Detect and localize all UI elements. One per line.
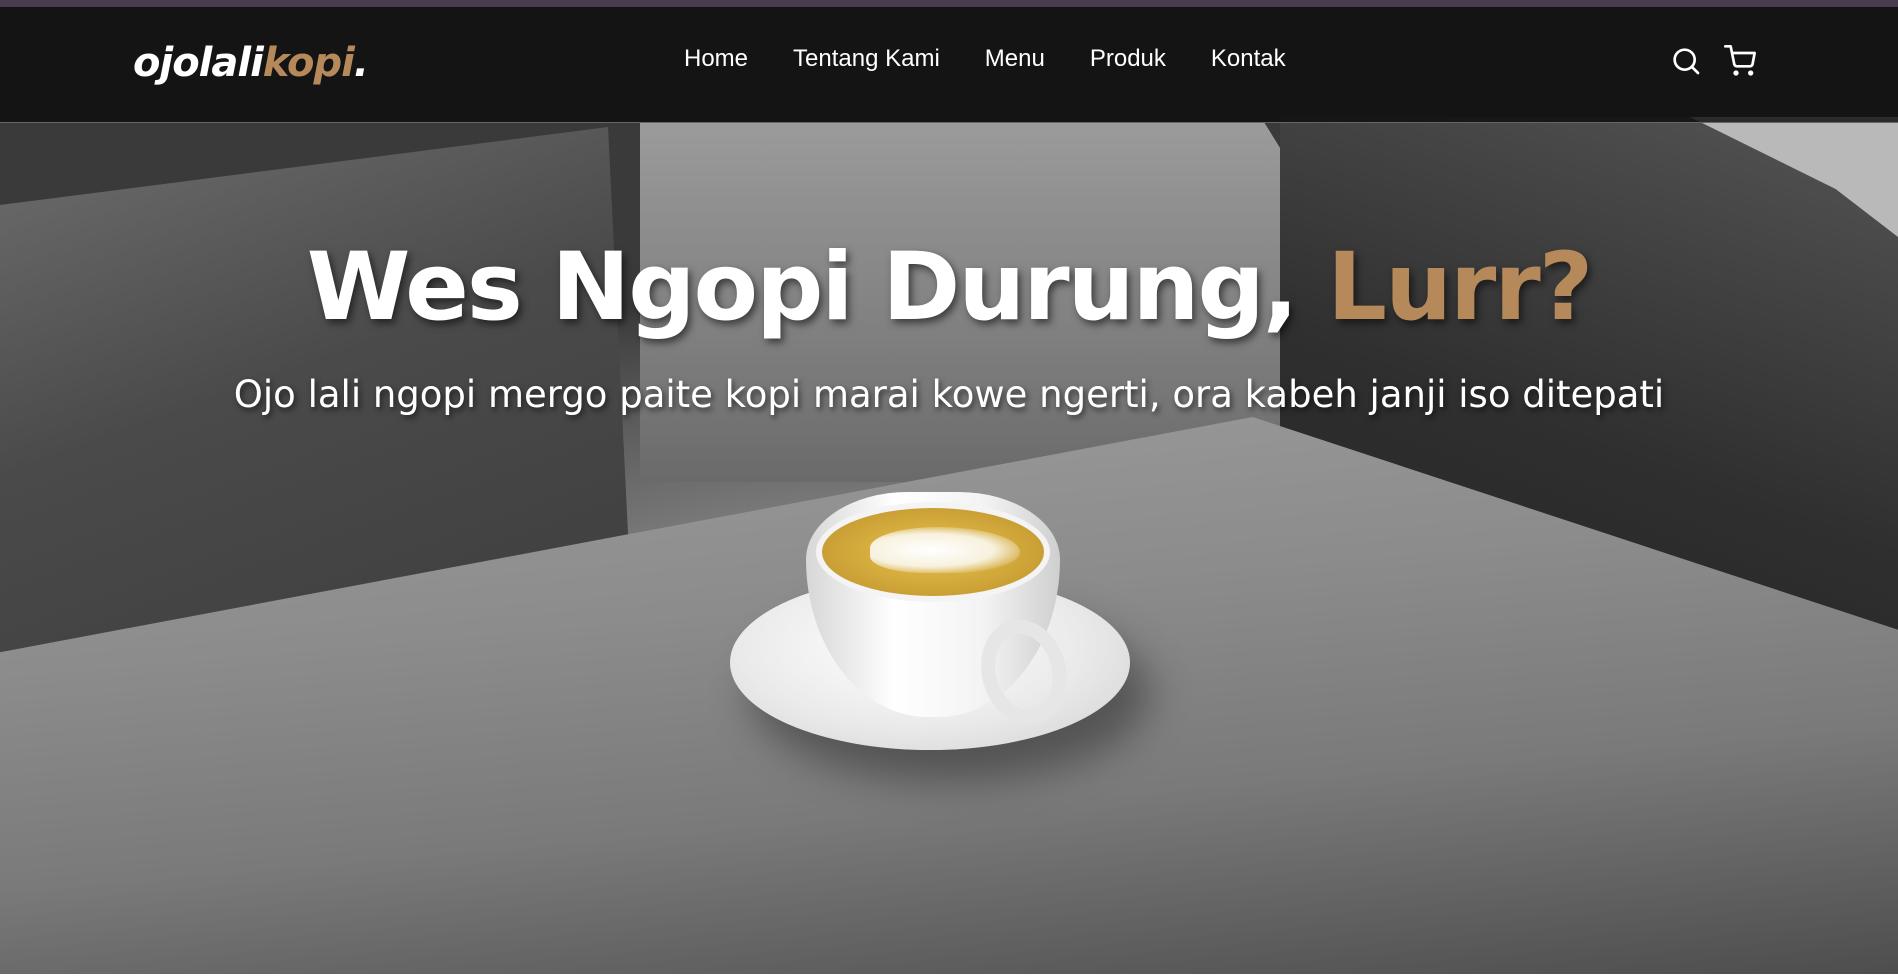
nav-link-home[interactable]: Home bbox=[684, 45, 748, 73]
hero-subtitle: Ojo lali ngopi mergo paite kopi marai ko… bbox=[233, 373, 1665, 416]
nav-icons bbox=[1670, 45, 1756, 77]
hero-section: Wes Ngopi Durung, Lurr? Ojo lali ngopi m… bbox=[0, 7, 1898, 974]
nav-link-menu[interactable]: Menu bbox=[985, 45, 1045, 73]
nav-links: Home Tentang Kami Menu Produk Kontak bbox=[684, 45, 1331, 73]
brand-name-main: ojolali bbox=[133, 40, 264, 86]
brand-logo[interactable]: ojolalikopi. bbox=[133, 40, 369, 86]
shopping-cart-icon[interactable] bbox=[1724, 45, 1756, 77]
latte-art-image bbox=[870, 527, 1020, 573]
nav-link-tentang-kami[interactable]: Tentang Kami bbox=[793, 45, 940, 73]
nav-link-kontak[interactable]: Kontak bbox=[1211, 45, 1286, 73]
top-accent-bar bbox=[0, 0, 1898, 7]
page-bottom-edge bbox=[0, 974, 1898, 978]
nav-link-produk[interactable]: Produk bbox=[1090, 45, 1166, 73]
search-icon[interactable] bbox=[1670, 45, 1702, 77]
brand-name-suffix: . bbox=[353, 40, 369, 86]
hero-title-accent: Lurr? bbox=[1327, 233, 1593, 342]
navbar: ojolalikopi. Home Tentang Kami Menu Prod… bbox=[0, 7, 1898, 123]
hero-title-main: Wes Ngopi Durung, bbox=[306, 233, 1328, 342]
hero-title: Wes Ngopi Durung, Lurr? bbox=[0, 233, 1898, 342]
brand-name-accent: kopi bbox=[262, 40, 355, 86]
